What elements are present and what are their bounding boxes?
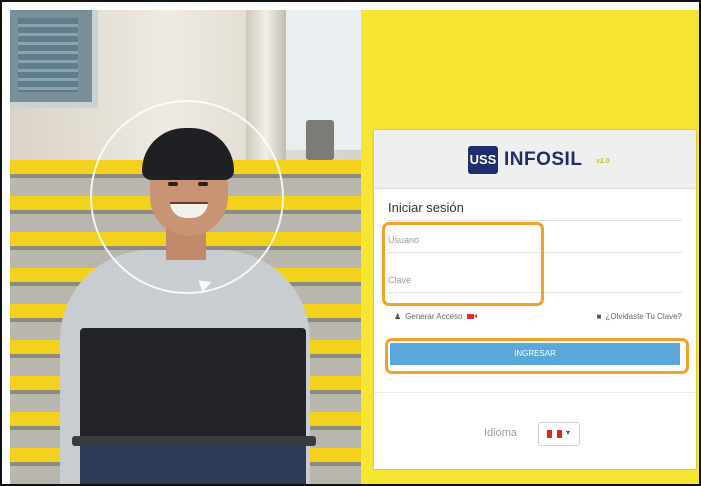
generate-access-link[interactable]: ♟ Generar Acceso [394, 312, 477, 321]
photo-window [10, 10, 98, 108]
login-card: USS INFOSIL v2.0 Iniciar sesión ♟Generar… [374, 130, 696, 469]
photo-bin [306, 120, 334, 160]
forgot-password-link[interactable]: ■ ¿Olvidaste Tu Clave? [597, 312, 682, 321]
login-submit-button[interactable]: INGRESAR [390, 343, 680, 365]
laptop-base [72, 436, 316, 446]
video-camera-icon [466, 314, 477, 320]
footer-divider [374, 392, 696, 393]
generate-access-label: Generar Acceso [405, 312, 463, 321]
brand-version: v2.0 [596, 158, 610, 165]
login-links: ♟ Generar Acceso ■ ¿Olvidaste Tu Clave? [388, 312, 682, 326]
peru-flag-icon [547, 430, 562, 438]
lock-icon: ■ [596, 312, 602, 321]
credentials-highlight [382, 222, 544, 306]
chevron-down-icon: ▾ [566, 428, 571, 437]
login-title: Iniciar sesión [388, 200, 464, 215]
person-jeans [80, 446, 306, 484]
forgot-password-label: ¿Olvidaste Tu Clave? [605, 312, 682, 321]
title-divider [388, 220, 682, 221]
brand-name: INFOSIL [504, 149, 583, 170]
language-select[interactable]: ▾ [538, 422, 580, 446]
language-label: Idioma [484, 427, 518, 439]
card-header: USS INFOSIL v2.0 [374, 130, 696, 189]
hero-photo [10, 10, 361, 484]
screenshot-frame: USS INFOSIL v2.0 Iniciar sesión ♟Generar… [0, 0, 701, 486]
laptop [80, 328, 306, 440]
circle-graphic [90, 100, 284, 294]
uss-logo-icon: USS [468, 146, 498, 174]
user-icon: ♟ [394, 312, 402, 321]
